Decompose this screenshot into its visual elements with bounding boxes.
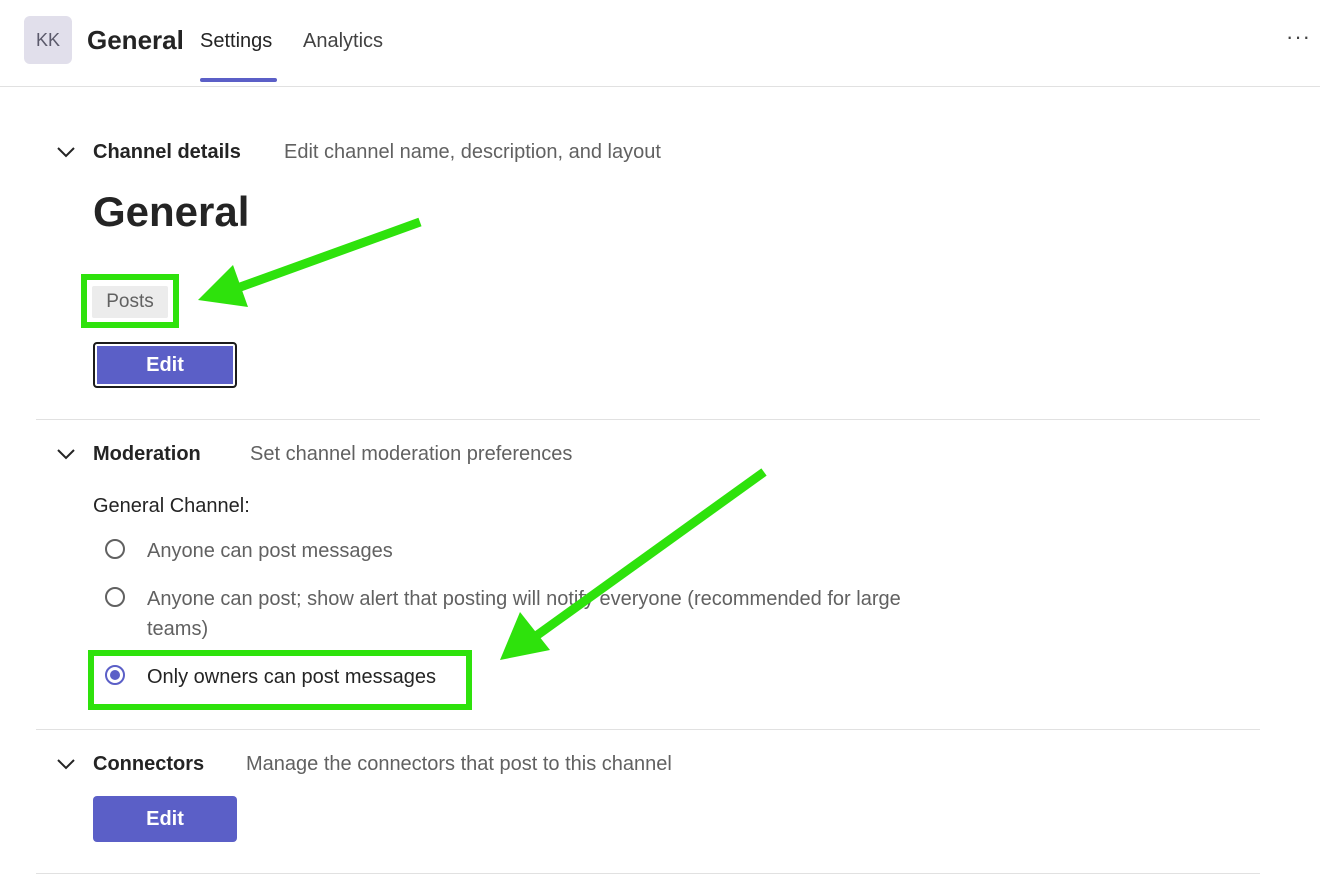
annotation-arrows	[198, 217, 767, 660]
arrow-head-posts-icon	[198, 265, 248, 307]
arrow-to-posts-icon	[230, 217, 422, 295]
arrow-to-only-owners-icon	[533, 468, 767, 640]
